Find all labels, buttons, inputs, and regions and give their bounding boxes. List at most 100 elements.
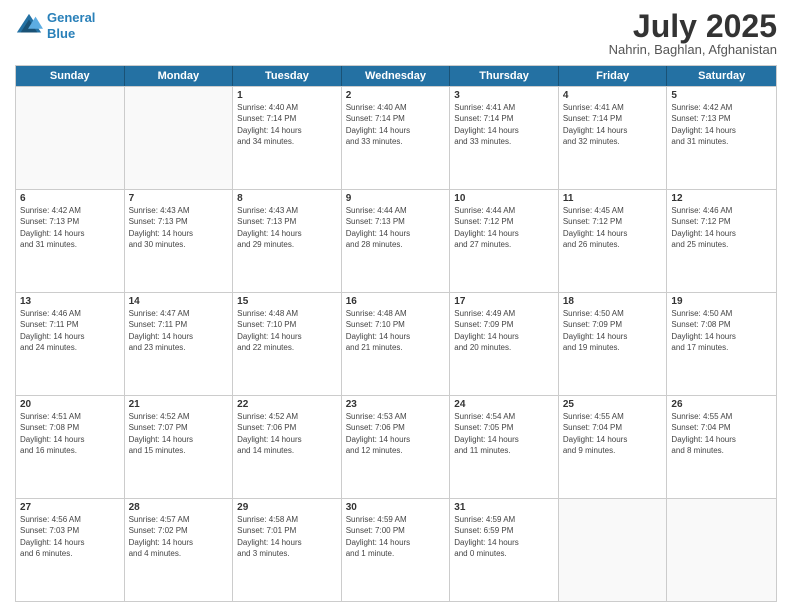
cell-info-line: Sunset: 7:05 PM — [454, 423, 554, 433]
cell-info-line: Sunset: 7:10 PM — [237, 320, 337, 330]
cell-info-line: Sunrise: 4:46 AM — [20, 309, 120, 319]
cell-info-line: Sunset: 7:12 PM — [563, 217, 663, 227]
cell-info-line: and 4 minutes. — [129, 549, 229, 559]
day-number: 11 — [563, 193, 663, 204]
cell-info-line: Sunset: 7:04 PM — [671, 423, 772, 433]
cell-info-line: Sunrise: 4:46 AM — [671, 206, 772, 216]
calendar-row-1: 6Sunrise: 4:42 AMSunset: 7:13 PMDaylight… — [16, 189, 776, 292]
cell-info-line: Sunrise: 4:52 AM — [129, 412, 229, 422]
calendar-cell: 25Sunrise: 4:55 AMSunset: 7:04 PMDayligh… — [559, 396, 668, 498]
cell-info-line: Daylight: 14 hours — [20, 229, 120, 239]
cell-info-line: Sunrise: 4:40 AM — [346, 103, 446, 113]
calendar-cell: 20 Sunrise: 4:51 AMSunset: 7:08 PM Dayligh… — [16, 396, 125, 498]
calendar-cell: 2Sunrise: 4:40 AMSunset: 7:14 PMDaylight… — [342, 87, 451, 189]
cell-info-line: Sunrise: 4:41 AM — [454, 103, 554, 113]
calendar-cell: 13Sunrise: 4:46 AMSunset: 7:11 PMDayligh… — [16, 293, 125, 395]
day-number: 16 — [346, 296, 446, 307]
cell-info-line: and 15 minutes. — [129, 446, 229, 456]
logo: General Blue — [15, 10, 95, 41]
day-number: 14 — [129, 296, 229, 307]
calendar: SundayMondayTuesdayWednesdayThursdayFrid… — [15, 65, 777, 602]
cell-info-line: Sunrise: 4:51 AM — [20, 412, 120, 422]
calendar-cell: 21Sunrise: 4:52 AMSunset: 7:07 PMDayligh… — [125, 396, 234, 498]
cell-info-line: and 31 minutes. — [20, 240, 120, 250]
cell-info-line: Daylight: 14 hours — [20, 435, 120, 445]
cell-info-line: and 12 minutes. — [346, 446, 446, 456]
calendar-cell: 15Sunrise: 4:48 AMSunset: 7:10 PMDayligh… — [233, 293, 342, 395]
cell-info-line: Sunrise: 4:40 AM — [237, 103, 337, 113]
weekday-header-saturday: Saturday — [667, 66, 776, 86]
cell-info-line: Daylight: 14 hours — [671, 126, 772, 136]
cell-info-line: Sunrise: 4:47 AM — [129, 309, 229, 319]
day-number: 4 — [563, 90, 663, 101]
cell-info-line: Sunset: 6:59 PM — [454, 526, 554, 536]
cell-info-line: Sunrise: 4:42 AM — [671, 103, 772, 113]
cell-info-line: Sunset: 7:11 PM — [129, 320, 229, 330]
cell-info-line: Sunrise: 4:58 AM — [237, 515, 337, 525]
cell-info-line: Daylight: 14 hours — [454, 538, 554, 548]
cell-info-line: Sunrise: 4:49 AM — [454, 309, 554, 319]
cell-info-line: Sunrise: 4:48 AM — [346, 309, 446, 319]
day-number: 29 — [237, 502, 337, 513]
day-number: 28 — [129, 502, 229, 513]
calendar-cell: 12Sunrise: 4:46 AMSunset: 7:12 PMDayligh… — [667, 190, 776, 292]
day-number: 6 — [20, 193, 120, 204]
calendar-cell: 22Sunrise: 4:52 AMSunset: 7:06 PMDayligh… — [233, 396, 342, 498]
calendar-cell — [16, 87, 125, 189]
cell-info-line: and 17 minutes. — [671, 343, 772, 353]
cell-info-line: Sunset: 7:14 PM — [563, 114, 663, 124]
calendar-row-2: 13Sunrise: 4:46 AMSunset: 7:11 PMDayligh… — [16, 292, 776, 395]
cell-info-line: Sunset: 7:06 PM — [346, 423, 446, 433]
day-number: 21 — [129, 399, 229, 410]
cell-info-line: Sunrise: 4:44 AM — [346, 206, 446, 216]
calendar-row-3: 20 Sunrise: 4:51 AMSunset: 7:08 PM Dayligh… — [16, 395, 776, 498]
cell-info-line: Daylight: 14 hours — [671, 229, 772, 239]
day-number: 15 — [237, 296, 337, 307]
cell-info-line: Sunrise: 4:52 AM — [237, 412, 337, 422]
cell-info-line: Daylight: 14 hours — [454, 435, 554, 445]
logo-line1: General — [47, 10, 95, 25]
cell-info-line: Sunrise: 4:50 AM — [671, 309, 772, 319]
cell-info-line: Daylight: 14 hours — [454, 126, 554, 136]
cell-info-line: Daylight: 14 hours — [129, 332, 229, 342]
day-number: 7 — [129, 193, 229, 204]
cell-info-line: and 31 minutes. — [671, 137, 772, 147]
calendar-cell: 11Sunrise: 4:45 AMSunset: 7:12 PMDayligh… — [559, 190, 668, 292]
calendar-cell: 10Sunrise: 4:44 AMSunset: 7:12 PMDayligh… — [450, 190, 559, 292]
cell-info-line: Sunrise: 4:45 AM — [563, 206, 663, 216]
cell-info-line: and 19 minutes. — [563, 343, 663, 353]
calendar-cell: 7Sunrise: 4:43 AMSunset: 7:13 PMDaylight… — [125, 190, 234, 292]
cell-info-line: and 11 minutes. — [454, 446, 554, 456]
cell-info-line: and 16 minutes. — [20, 446, 120, 456]
cell-info-line: and 33 minutes. — [346, 137, 446, 147]
calendar-cell: 18Sunrise: 4:50 AMSunset: 7:09 PMDayligh… — [559, 293, 668, 395]
calendar-cell: 1Sunrise: 4:40 AMSunset: 7:14 PMDaylight… — [233, 87, 342, 189]
cell-info-line: and 24 minutes. — [20, 343, 120, 353]
calendar-cell: 28Sunrise: 4:57 AMSunset: 7:02 PMDayligh… — [125, 499, 234, 601]
cell-info-line: Daylight: 14 hours — [237, 435, 337, 445]
cell-info-line: and 32 minutes. — [563, 137, 663, 147]
calendar-cell: 24Sunrise: 4:54 AMSunset: 7:05 PMDayligh… — [450, 396, 559, 498]
cell-info-line: and 29 minutes. — [237, 240, 337, 250]
cell-info-line: and 8 minutes. — [671, 446, 772, 456]
cell-info-line: Sunset: 7:08 PM — [671, 320, 772, 330]
calendar-header: SundayMondayTuesdayWednesdayThursdayFrid… — [16, 66, 776, 86]
cell-info-line: Daylight: 14 hours — [346, 126, 446, 136]
cell-info-line: and 3 minutes. — [237, 549, 337, 559]
day-number: 1 — [237, 90, 337, 101]
cell-info-line: Daylight: 14 hours — [237, 229, 337, 239]
calendar-cell: 14 Sunrise: 4:47 AMSunset: 7:11 PM Dayligh… — [125, 293, 234, 395]
day-number: 24 — [454, 399, 554, 410]
calendar-cell: 8Sunrise: 4:43 AMSunset: 7:13 PMDaylight… — [233, 190, 342, 292]
cell-info-line: Sunset: 7:08 PM — [20, 423, 120, 433]
cell-info-line: and 22 minutes. — [237, 343, 337, 353]
cell-info-line: and 6 minutes. — [20, 549, 120, 559]
calendar-cell: 23Sunrise: 4:53 AMSunset: 7:06 PMDayligh… — [342, 396, 451, 498]
cell-info-line: and 23 minutes. — [129, 343, 229, 353]
day-number: 20 — [20, 399, 120, 410]
day-number: 27 — [20, 502, 120, 513]
day-number: 12 — [671, 193, 772, 204]
cell-info-line: Daylight: 14 hours — [129, 538, 229, 548]
calendar-body: 1 Sunrise: 4:40 AM Sunset: 7:14 PM Daylight… — [16, 86, 776, 601]
weekday-header-tuesday: Tuesday — [233, 66, 342, 86]
